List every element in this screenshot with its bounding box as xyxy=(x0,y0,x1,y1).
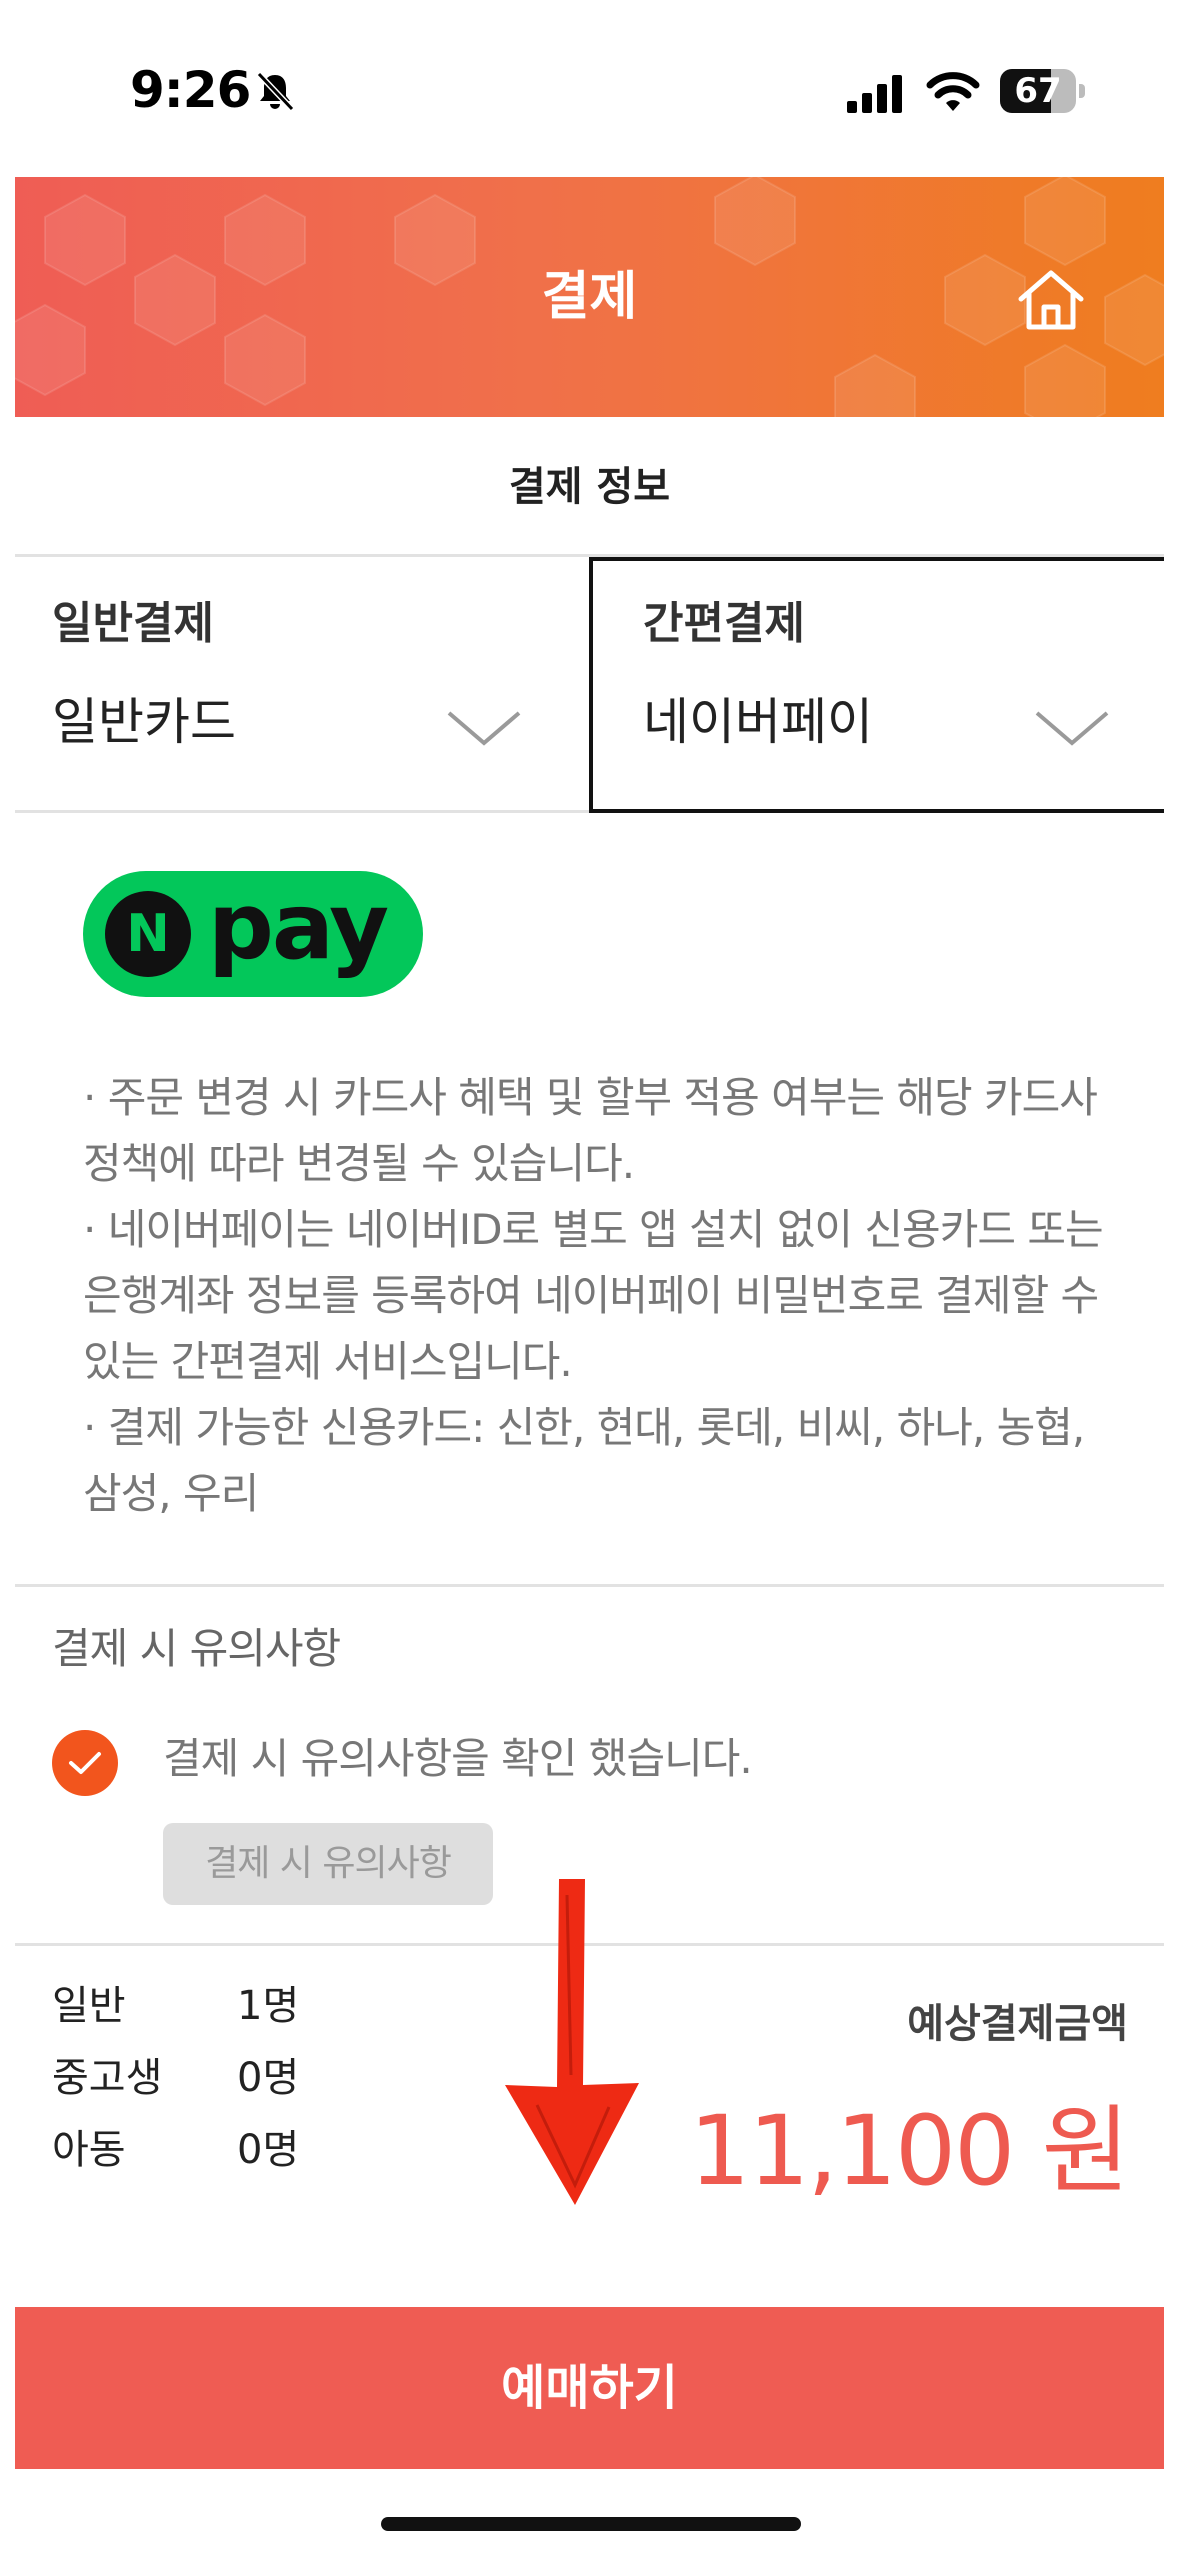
battery-level: 67 xyxy=(1014,71,1062,111)
npay-logo: N pay xyxy=(83,871,423,997)
app-frame: 9:26 67 결제 결제 정보 일반결제 일반카드 간편결제 네이버페이 N … xyxy=(15,15,1164,2541)
npay-logo-letter: N xyxy=(105,891,191,977)
caution-check-label[interactable]: 결제 시 유의사항을 확인 했습니다. xyxy=(163,1725,753,1786)
cellular-signal-icon xyxy=(847,75,902,113)
page-title: 결제 xyxy=(541,267,638,327)
npay-info-section: N pay · 주문 변경 시 카드사 혜택 및 할부 적용 여부는 해당 카드… xyxy=(15,813,1164,1587)
home-indicator[interactable] xyxy=(381,2517,801,2531)
npay-note: · 주문 변경 시 카드사 혜택 및 할부 적용 여부는 해당 카드사 정책에 … xyxy=(83,1073,1098,1188)
simple-payment-value: 네이버페이 xyxy=(643,693,873,751)
count-label: 아동 xyxy=(52,2127,126,2173)
book-button[interactable]: 예매하기 xyxy=(15,2307,1164,2469)
chevron-down-icon xyxy=(447,711,521,746)
caution-details-button[interactable]: 결제 시 유의사항 xyxy=(163,1823,493,1905)
npay-logo-text: pay xyxy=(208,873,389,980)
wifi-icon xyxy=(926,72,980,111)
home-icon[interactable] xyxy=(1015,267,1087,333)
count-value: 0명 xyxy=(237,2127,300,2173)
count-value: 0명 xyxy=(237,2055,300,2101)
status-bar: 9:26 67 xyxy=(15,15,1164,175)
count-value: 1명 xyxy=(237,1983,300,2029)
general-payment-select[interactable]: 일반결제 일반카드 xyxy=(15,557,589,813)
simple-payment-select[interactable]: 간편결제 네이버페이 xyxy=(589,557,1164,813)
caution-checkbox[interactable] xyxy=(52,1730,118,1796)
arrow-down-annotation xyxy=(505,1879,639,2205)
battery-icon: 67 xyxy=(1000,69,1085,113)
bell-slash-icon xyxy=(256,71,295,112)
section-title: 결제 정보 xyxy=(15,417,1164,557)
simple-payment-label: 간편결제 xyxy=(643,598,805,649)
check-icon xyxy=(69,1752,101,1774)
payment-method-row: 일반결제 일반카드 간편결제 네이버페이 xyxy=(15,557,1164,813)
chevron-down-icon xyxy=(1035,711,1109,746)
caution-title: 결제 시 유의사항 xyxy=(52,1624,341,1673)
npay-note: · 결제 가능한 신용카드: 신한, 현대, 롯데, 비씨, 하나, 농협, 삼… xyxy=(83,1403,1085,1518)
count-label: 중고생 xyxy=(52,2055,163,2101)
npay-note: · 네이버페이는 네이버ID로 별도 앱 설치 없이 신용카드 또는 은행계좌 … xyxy=(83,1205,1104,1386)
count-label: 일반 xyxy=(52,1983,126,2029)
estimated-amount: 11,100 원 xyxy=(689,2095,1130,2207)
npay-notes: · 주문 변경 시 카드사 혜택 및 할부 적용 여부는 해당 카드사 정책에 … xyxy=(83,1065,1123,1527)
estimated-amount-label: 예상결제금액 xyxy=(907,2001,1128,2047)
header-bar: 결제 xyxy=(15,177,1164,417)
general-payment-value: 일반카드 xyxy=(52,693,236,751)
status-time: 9:26 xyxy=(130,61,251,119)
general-payment-label: 일반결제 xyxy=(52,598,214,649)
